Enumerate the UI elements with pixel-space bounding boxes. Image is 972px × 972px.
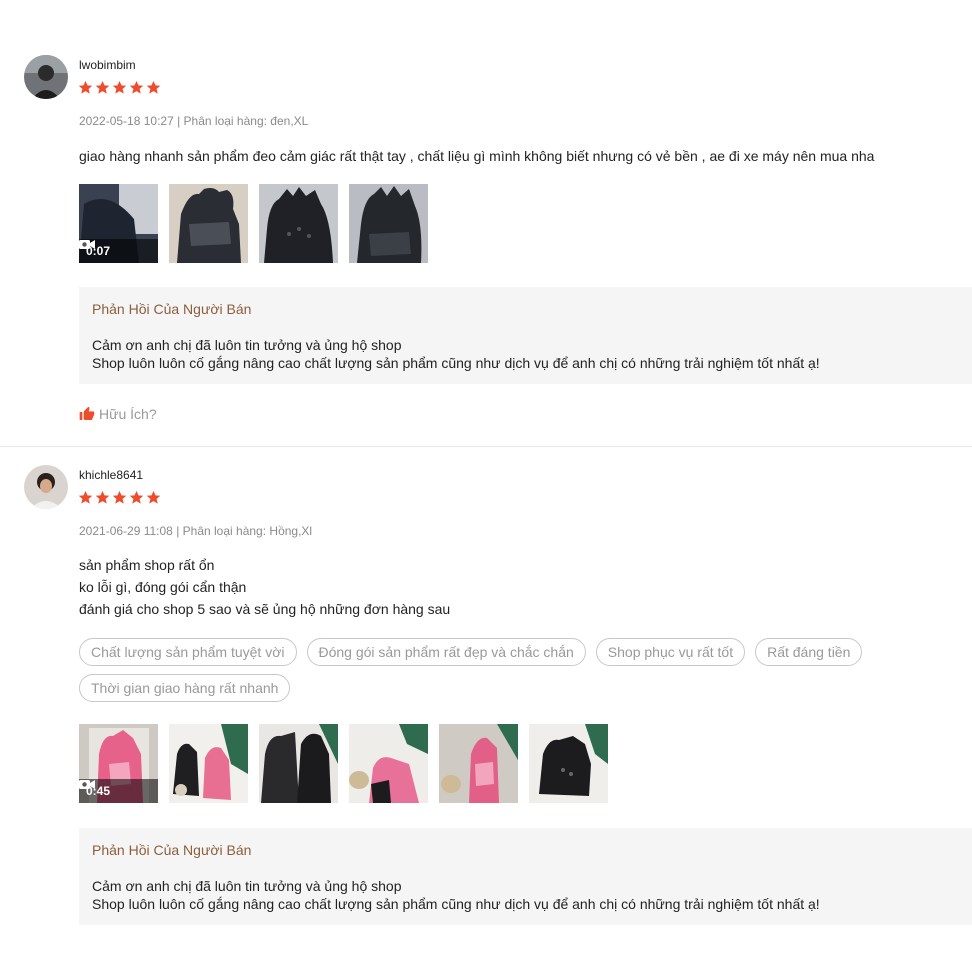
star-icon: [112, 80, 129, 96]
star-icon: [78, 80, 95, 96]
variation-value: đen,XL: [270, 114, 309, 128]
star-icon: [112, 490, 129, 506]
username[interactable]: khichle8641: [79, 468, 143, 482]
seller-reply: Phản Hồi Của Người Bán Cảm ơn anh chị đã…: [79, 828, 972, 925]
variation-label: Phân loại hàng:: [183, 114, 267, 128]
rating-stars: [78, 490, 163, 506]
thumbs-up-icon: [79, 406, 95, 420]
video-overlay: 0:45: [79, 779, 158, 803]
helpful-button[interactable]: Hữu Ích?: [79, 406, 157, 422]
review-tag: Rất đáng tiền: [755, 638, 863, 666]
seller-reply-line: Cảm ơn anh chị đã luôn tin tưởng và ủng …: [92, 878, 402, 894]
video-thumbnail[interactable]: 0:07: [79, 184, 158, 263]
photo-thumbnail[interactable]: [439, 724, 518, 803]
comment-line: sản phẩm shop rất ổn: [79, 557, 215, 573]
review-date: 2022-05-18 10:27: [79, 114, 174, 128]
comment-line: ko lỗi gì, đóng gói cẩn thận: [79, 579, 247, 595]
star-icon: [95, 80, 112, 96]
review-tag: Shop phục vụ rất tốt: [595, 638, 746, 666]
photo-thumbnail[interactable]: [259, 724, 338, 803]
video-camera-icon: [79, 240, 95, 249]
review-tag: Thời gian giao hàng rất nhanh: [79, 674, 291, 702]
seller-reply-title: Phản Hồi Của Người Bán: [92, 301, 252, 317]
review-comment: sản phẩm shop rất ổn ko lỗi gì, đóng gói…: [79, 554, 450, 620]
star-icon: [129, 490, 146, 506]
review-media: 0:45: [79, 724, 608, 803]
seller-reply-line: Shop luôn luôn cố gắng nâng cao chất lượ…: [92, 896, 820, 912]
avatar[interactable]: [24, 465, 68, 509]
star-icon: [78, 490, 95, 506]
seller-reply: Phản Hồi Của Người Bán Cảm ơn anh chị đã…: [79, 287, 972, 384]
seller-reply-title: Phản Hồi Của Người Bán: [92, 842, 252, 858]
variation-value: Hồng,Xl: [269, 524, 313, 538]
star-icon: [95, 490, 112, 506]
comment-line: giao hàng nhanh sản phẩm đeo cảm giác rấ…: [79, 148, 875, 164]
comment-line: đánh giá cho shop 5 sao và sẽ ủng hộ nhữ…: [79, 601, 451, 617]
photo-thumbnail[interactable]: [259, 184, 338, 263]
rating-stars: [78, 80, 163, 96]
avatar[interactable]: [24, 55, 68, 99]
photo-thumbnail[interactable]: [529, 724, 608, 803]
review-tag: Chất lượng sản phẩm tuyệt vời: [79, 638, 297, 666]
video-camera-icon: [79, 780, 95, 789]
username[interactable]: lwobimbim: [79, 58, 136, 72]
star-icon: [129, 80, 146, 96]
helpful-label: Hữu Ích?: [99, 406, 157, 422]
variation-label: Phân loại hàng:: [182, 524, 267, 538]
review-media: 0:07: [79, 184, 428, 263]
video-overlay: 0:07: [79, 239, 158, 263]
review-tag: Đóng gói sản phẩm rất đẹp và chắc chắn: [306, 638, 586, 666]
review-date: 2021-06-29 11:08: [79, 524, 173, 538]
review-comment: giao hàng nhanh sản phẩm đeo cảm giác rấ…: [79, 145, 874, 167]
seller-reply-line: Cảm ơn anh chị đã luôn tin tưởng và ủng …: [92, 337, 402, 353]
photo-thumbnail[interactable]: [349, 724, 428, 803]
review-item: khichle8641 2021-06-29 11:08 | Phân loại…: [0, 447, 972, 972]
review-meta: 2021-06-29 11:08 | Phân loại hàng: Hồng,…: [79, 524, 313, 538]
review-meta: 2022-05-18 10:27 | Phân loại hàng: đen,X…: [79, 114, 309, 128]
review-tags: Chất lượng sản phẩm tuyệt vời Đóng gói s…: [79, 638, 959, 702]
seller-reply-line: Shop luôn luôn cố gắng nâng cao chất lượ…: [92, 355, 820, 371]
review-item: lwobimbim 2022-05-18 10:27 | Phân loại h…: [0, 0, 972, 447]
photo-thumbnail[interactable]: [169, 184, 248, 263]
photo-thumbnail[interactable]: [169, 724, 248, 803]
star-icon: [146, 490, 163, 506]
video-thumbnail[interactable]: 0:45: [79, 724, 158, 803]
star-icon: [146, 80, 163, 96]
photo-thumbnail[interactable]: [349, 184, 428, 263]
